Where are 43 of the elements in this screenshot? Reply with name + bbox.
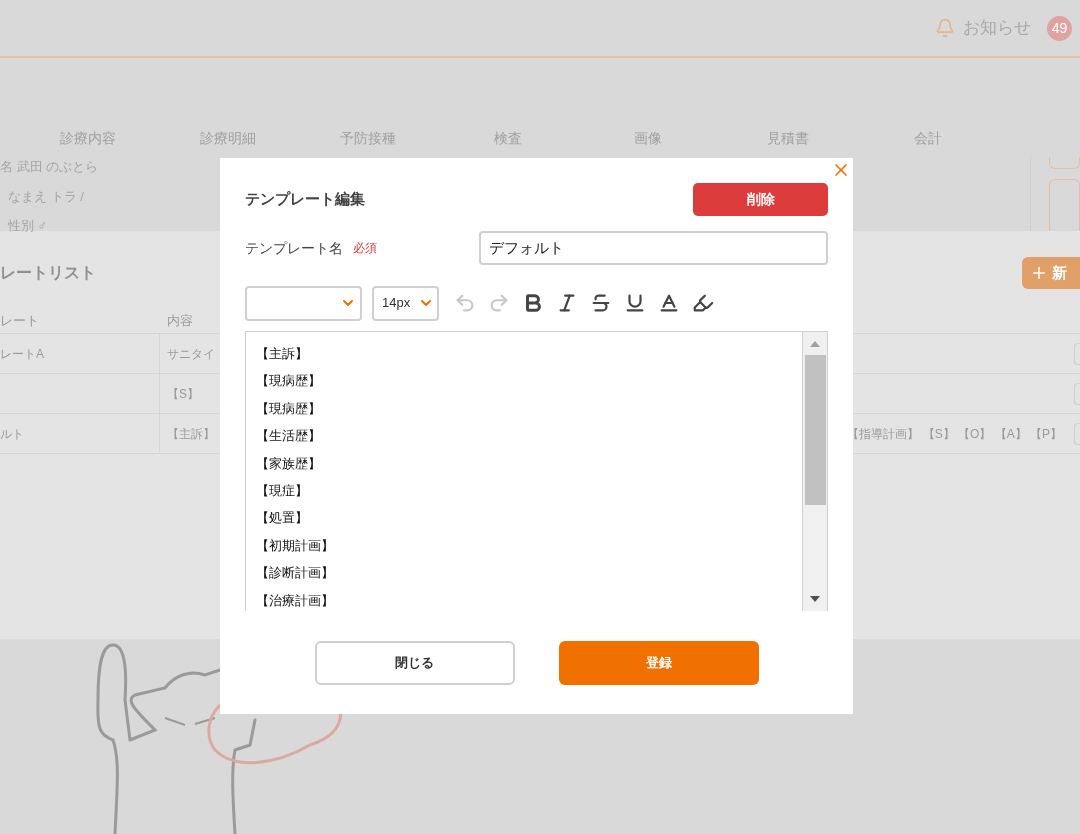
editor-area[interactable]: 【主訴】 【現病歴】 【現病歴】 【生活歴】 【家族歴】 【現症】 【処置】 【初期計画】 【診断計画】 【治療計画】 bbox=[245, 331, 828, 611]
table-cell-text: レートA bbox=[0, 345, 44, 363]
register-button[interactable]: 登録 bbox=[558, 641, 759, 685]
plus-icon bbox=[1030, 264, 1048, 282]
table-cell-text: 【S】 bbox=[167, 385, 199, 403]
required-tag: 必須 bbox=[353, 239, 377, 257]
column-header: 内容 bbox=[166, 312, 193, 331]
editor-line: 【現病歴】 bbox=[256, 399, 322, 418]
modal-title: テンプレート編集 bbox=[245, 189, 365, 210]
strikethrough-icon[interactable] bbox=[590, 292, 612, 314]
editor-line: 【診断計画】 bbox=[256, 564, 335, 583]
editor-line: 【現症】 bbox=[256, 482, 309, 501]
editor-line: 【主訴】 bbox=[256, 345, 309, 363]
nav-tab[interactable]: 会計 bbox=[858, 128, 998, 149]
underline-icon[interactable] bbox=[624, 292, 646, 314]
notice-count: 49 bbox=[1047, 15, 1072, 41]
new-button[interactable]: 新 bbox=[1022, 257, 1080, 289]
panel-title: レートリスト bbox=[0, 263, 96, 283]
editor-line: 【家族歴】 bbox=[256, 454, 322, 473]
nav-tab[interactable]: 予防接種 bbox=[298, 128, 438, 149]
scrollbar[interactable] bbox=[802, 332, 827, 611]
table-cell-text: サニタイ bbox=[167, 345, 215, 363]
editor-line: 【初期計画】 bbox=[256, 536, 335, 555]
highlighter-icon[interactable] bbox=[692, 292, 714, 314]
field-label: テンプレート名 bbox=[245, 238, 343, 258]
table-cell-text: 【主訴】 bbox=[167, 425, 215, 443]
scroll-up-icon[interactable] bbox=[810, 341, 820, 347]
font-select[interactable] bbox=[245, 285, 362, 321]
editor-line: 【治療計画】 bbox=[256, 591, 335, 610]
side-card bbox=[1049, 157, 1080, 169]
delete-button[interactable]: 削除 bbox=[693, 183, 828, 216]
font-size-select[interactable]: 14px bbox=[372, 285, 439, 321]
scroll-down-icon[interactable] bbox=[810, 596, 820, 602]
table-cell-text: ルト bbox=[0, 425, 24, 443]
table-cell-text: 【指導計画】 【S】 【O】 【A】 【P】 bbox=[847, 425, 1062, 443]
template-name-field[interactable]: デフォルト bbox=[479, 231, 828, 265]
close-dialog-button[interactable]: 閉じる bbox=[314, 641, 515, 685]
nav-tab[interactable]: 検査 bbox=[438, 128, 578, 149]
text-color-icon[interactable] bbox=[658, 292, 680, 314]
editor-line: 【処置】 bbox=[256, 509, 309, 528]
editor-line: 【生活歴】 bbox=[256, 427, 322, 446]
editor-line: 【現病歴】 bbox=[256, 372, 322, 391]
bell-icon[interactable] bbox=[935, 18, 955, 38]
